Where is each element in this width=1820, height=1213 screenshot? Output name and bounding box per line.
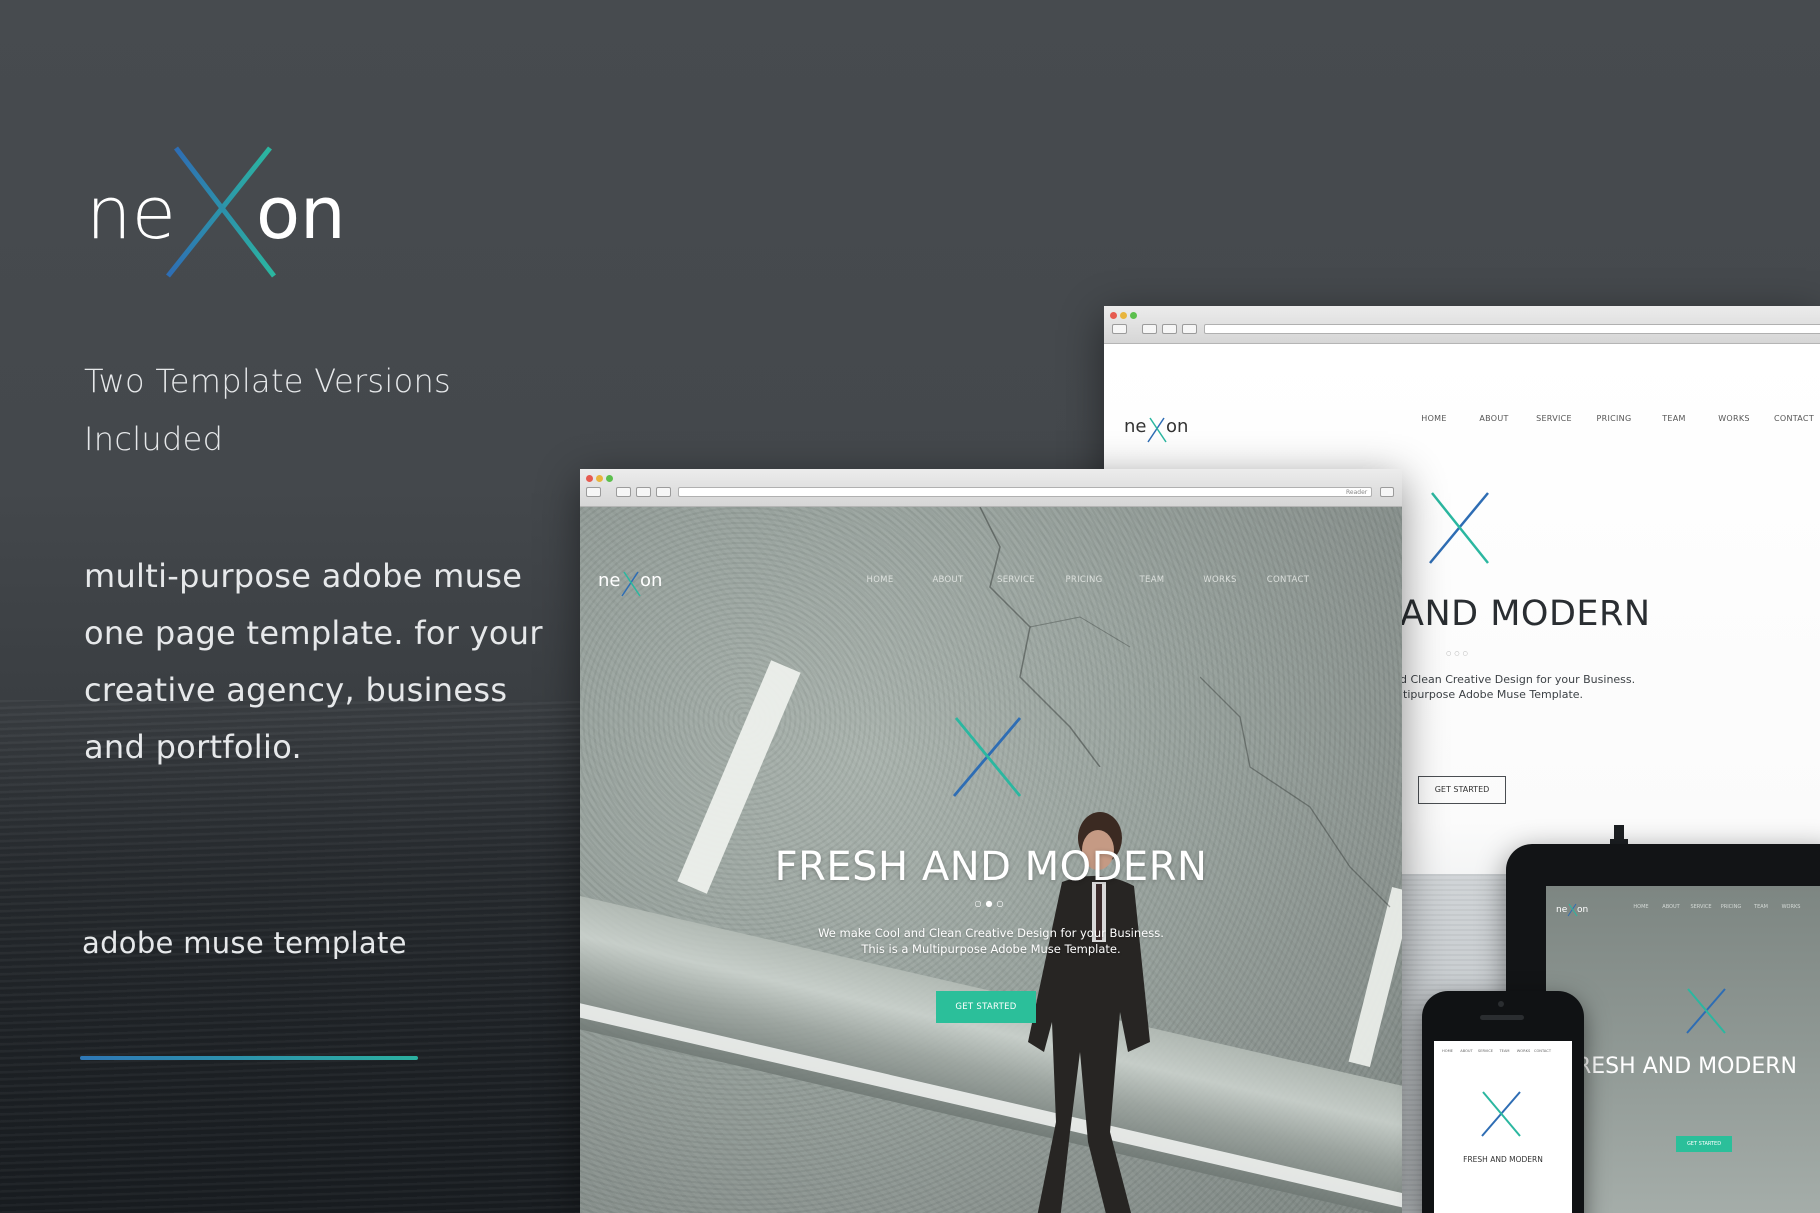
photo-nav-menu: HOME ABOUT SERVICE PRICING TEAM WORKS CO… [846,575,1322,585]
subtitle: adobe muse template [82,926,407,960]
photo-subtext: We make Cool and Clean Creative Design f… [818,926,1164,956]
nav-contact[interactable]: CONTACT [1533,1049,1552,1053]
get-started-button[interactable]: GET STARTED [1676,1136,1732,1152]
address-bar[interactable] [678,487,1372,497]
logo-prefix: ne [86,171,176,255]
nav-home[interactable]: HOME [1626,904,1656,910]
white-headline: AND MODERN [1400,594,1651,634]
maximize-dot-icon[interactable] [606,475,613,482]
nav-team[interactable]: TEAM [1495,1049,1514,1053]
get-started-button[interactable]: GET STARTED [1418,776,1506,804]
white-nav-menu: HOME ABOUT SERVICE PRICING TEAM WORKS CO… [1404,414,1820,423]
phone-nav-menu: HOME ABOUT SERVICE TEAM WORKS CONTACT [1438,1049,1552,1053]
slider-dots[interactable]: ○●○ [580,899,1402,908]
nav-works[interactable]: WORKS [1704,414,1764,423]
nav-works[interactable]: WORKS [1514,1049,1533,1053]
minimize-dot-icon[interactable] [1120,312,1127,319]
download-icon[interactable] [1380,487,1394,497]
nav-home[interactable]: HOME [1404,414,1464,423]
nav-team[interactable]: TEAM [1746,904,1776,910]
browser-photo-version: Reader ne on HOME ABOUT SERVICE PRICING … [580,469,1402,1213]
svg-text:ne: ne [1124,416,1146,437]
photo-headline: FRESH AND MODERN [774,844,1208,890]
tagline-line: Two Template Versions [84,362,452,400]
nav-contact[interactable]: CONTACT [1764,414,1820,423]
tablet-headline: RESH AND MODERN [1576,1054,1798,1079]
phone-screen: HOME ABOUT SERVICE TEAM WORKS CONTACT FR… [1434,1041,1572,1213]
white-nexon-logo: ne on [1124,416,1188,443]
tablet-screen: ne on HOME ABOUT SERVICE PRICING TEAM WO… [1546,886,1820,1213]
nav-about[interactable]: ABOUT [1464,414,1524,423]
svg-text:ne: ne [1556,905,1568,915]
nexon-logo: ne on [86,146,346,278]
browser-toolbar: Reader [580,469,1402,507]
svg-text:on: on [1166,416,1188,437]
description-line: creative agency, business [84,671,508,709]
tablet-nav-menu: HOME ABOUT SERVICE PRICING TEAM WORKS [1626,904,1806,910]
x-logo-icon [1686,988,1726,1034]
share-icon[interactable] [1142,324,1157,334]
slider-dots: ○○○ [1446,650,1471,657]
add-tab-icon[interactable] [656,487,671,497]
reload-icon[interactable] [1162,324,1177,334]
white-subtext: d Clean Creative Design for your Busines… [1400,673,1636,701]
nav-home[interactable]: HOME [846,575,914,585]
description-line: and portfolio. [84,728,302,766]
description-line: one page template. for your [84,614,543,652]
maximize-dot-icon[interactable] [1130,312,1137,319]
svg-text:ne: ne [598,570,620,591]
phone-mockup: HOME ABOUT SERVICE TEAM WORKS CONTACT FR… [1422,991,1584,1213]
x-logo-icon [1481,1091,1521,1137]
nav-pricing[interactable]: PRICING [1584,414,1644,423]
logo-suffix: on [256,171,346,255]
get-started-button[interactable]: GET STARTED [936,991,1036,1023]
nav-works[interactable]: WORKS [1776,904,1806,910]
accent-divider [80,1056,418,1060]
add-tab-icon[interactable] [1182,324,1197,334]
nav-home[interactable]: HOME [1438,1049,1457,1053]
minimize-dot-icon[interactable] [596,475,603,482]
x-logo-icon [1429,492,1489,564]
nav-team[interactable]: TEAM [1118,575,1186,585]
description-line: multi-purpose adobe muse [84,557,523,595]
photo-nexon-logo: ne on [598,570,662,597]
tagline-line: Included [84,420,224,458]
camera-icon [1498,1001,1504,1007]
close-dot-icon[interactable] [1110,312,1117,319]
reload-icon[interactable] [636,487,651,497]
phone-headline: FRESH AND MODERN [1463,1155,1543,1164]
browser-toolbar [1104,306,1820,344]
nav-about[interactable]: ABOUT [1457,1049,1476,1053]
nav-contact[interactable]: CONTACT [1254,575,1322,585]
address-bar[interactable] [1204,324,1820,334]
back-icon[interactable] [1112,324,1127,334]
nav-service[interactable]: SERVICE [982,575,1050,585]
x-logo-icon [952,717,1022,797]
nav-service[interactable]: SERVICE [1476,1049,1495,1053]
reader-label[interactable]: Reader [1346,489,1367,496]
speaker-grille [1480,1015,1524,1020]
close-dot-icon[interactable] [586,475,593,482]
share-icon[interactable] [616,487,631,497]
svg-text:on: on [640,570,662,591]
nav-about[interactable]: ABOUT [1656,904,1686,910]
x-logo-icon [166,146,272,278]
nav-about[interactable]: ABOUT [914,575,982,585]
back-icon[interactable] [586,487,601,497]
nav-team[interactable]: TEAM [1644,414,1704,423]
nav-works[interactable]: WORKS [1186,575,1254,585]
svg-text:on: on [1577,905,1588,915]
description: multi-purpose adobe muse one page templa… [84,548,544,776]
nav-service[interactable]: SERVICE [1524,414,1584,423]
tagline: Two Template Versions Included [84,352,504,468]
nav-pricing[interactable]: PRICING [1716,904,1746,910]
photo-page: ne on HOME ABOUT SERVICE PRICING TEAM WO… [580,507,1402,1213]
nav-service[interactable]: SERVICE [1686,904,1716,910]
tablet-nexon-logo: ne on [1556,903,1588,917]
nav-pricing[interactable]: PRICING [1050,575,1118,585]
